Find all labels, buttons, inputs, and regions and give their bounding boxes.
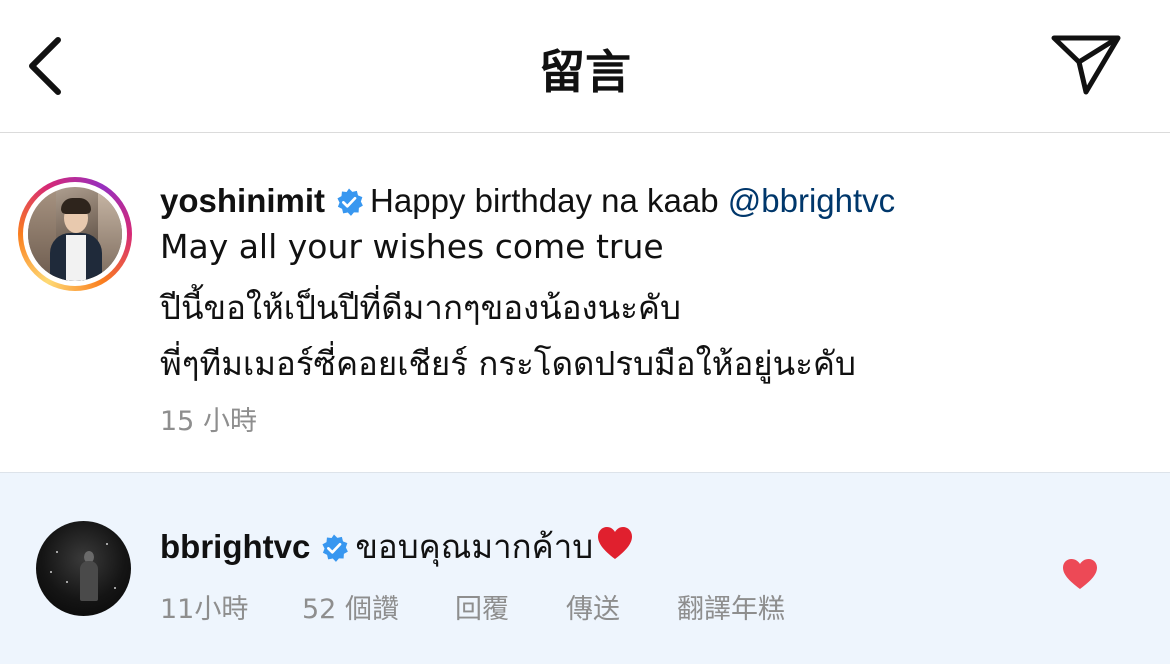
comment-first-line: yoshinimit Happy birthday na kaab @bbrig… bbox=[160, 181, 895, 221]
red-heart-emoji bbox=[598, 527, 633, 559]
like-button[interactable] bbox=[1061, 557, 1099, 591]
avatar[interactable] bbox=[18, 177, 132, 291]
mention-link[interactable]: @bbrightvc bbox=[728, 182, 895, 219]
comment-text-line: พี่ๆทีมเมอร์ซี่คอยเชียร์ กระโดดปรบมือให้… bbox=[160, 344, 856, 383]
paper-plane-icon bbox=[1051, 35, 1121, 95]
verified-badge-icon bbox=[337, 188, 363, 216]
comment-text-start: Happy birthday na kaab bbox=[370, 182, 719, 219]
verified-badge-icon bbox=[322, 534, 349, 562]
heart-filled-icon bbox=[1063, 559, 1097, 589]
translate-button[interactable]: 翻譯年糕 bbox=[677, 587, 785, 626]
caption-comment: yoshinimit Happy birthday na kaab @bbrig… bbox=[0, 133, 1170, 472]
comment-text-line: ปีนี้ขอให้เป็นปีที่ดีมากๆของน้องนะคับ bbox=[160, 288, 681, 327]
reply-username[interactable]: bbrightvc bbox=[160, 528, 310, 565]
like-count[interactable]: 52 個讚 bbox=[302, 587, 399, 626]
share-button[interactable] bbox=[1048, 32, 1124, 98]
reply-text: ขอบคุณมากค้าบ bbox=[355, 527, 594, 566]
top-bar: 留言 bbox=[0, 0, 1170, 133]
reply-timestamp: 11小時 bbox=[160, 594, 249, 625]
reply-first-line: bbrightvc ขอบคุณมากค้าบ bbox=[160, 524, 635, 567]
reply-comment: bbrightvc ขอบคุณมากค้าบ 11小時 52 個讚 回覆 傳送… bbox=[0, 472, 1170, 664]
avatar[interactable] bbox=[36, 521, 131, 616]
profile-photo bbox=[28, 187, 122, 281]
page-title: 留言 bbox=[539, 45, 631, 99]
reply-button[interactable]: 回覆 bbox=[455, 587, 509, 626]
send-button[interactable]: 傳送 bbox=[566, 587, 620, 626]
comment-username[interactable]: yoshinimit bbox=[160, 182, 325, 219]
comment-timestamp: 15 小時 bbox=[160, 406, 257, 437]
comment-text-line: May all your wishes come true bbox=[160, 227, 664, 266]
